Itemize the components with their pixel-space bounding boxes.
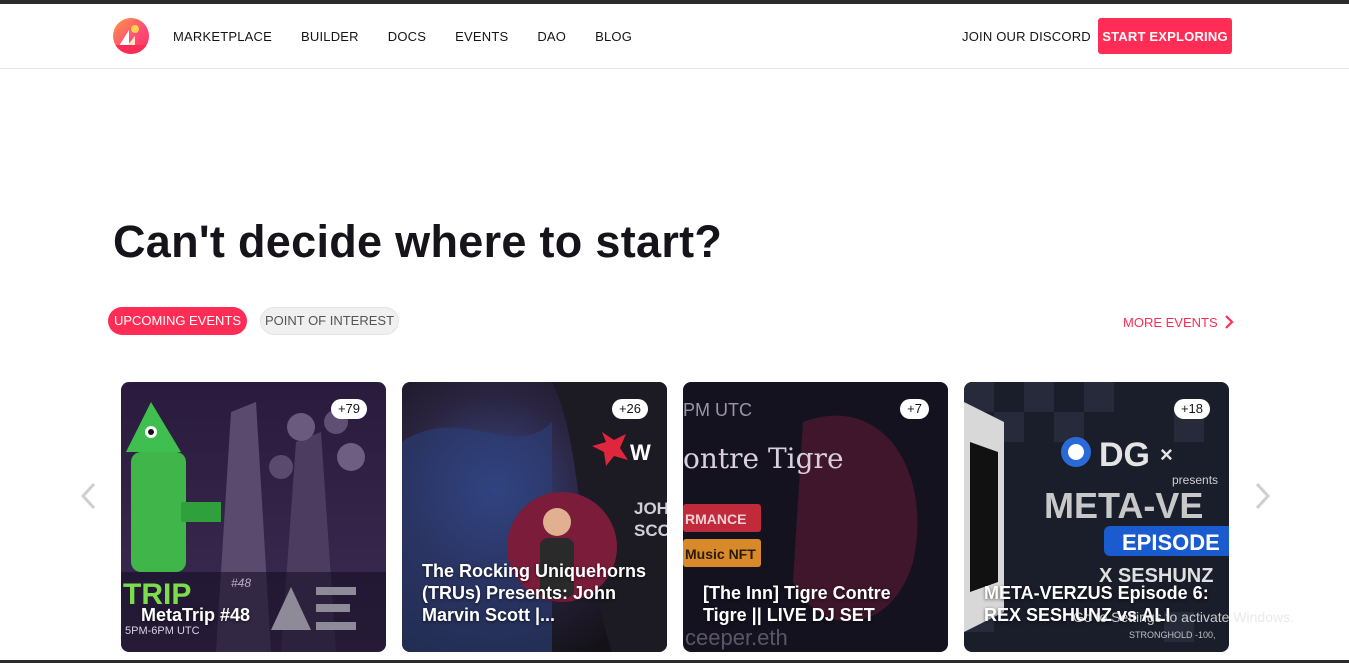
attendee-count-badge: +7 — [900, 399, 929, 419]
page-headline: Can't decide where to start? — [113, 216, 723, 267]
chevron-right-icon — [1255, 482, 1271, 510]
more-events-label: MORE EVENTS — [1123, 314, 1218, 330]
top-navbar: MARKETPLACE BUILDER DOCS EVENTS DAO BLOG… — [0, 4, 1349, 69]
svg-text:ceeper.eth: ceeper.eth — [685, 625, 788, 650]
attendee-count-badge: +18 — [1173, 399, 1210, 419]
tab-point-of-interest[interactable]: POINT OF INTEREST — [260, 307, 399, 335]
event-card-metatrip[interactable]: TRIP #48 5PM-6PM UTC +79 MetaTrip #48 — [121, 382, 386, 652]
nav-builder[interactable]: BUILDER — [301, 29, 359, 44]
svg-text:RMANCE: RMANCE — [685, 511, 746, 527]
decentraland-logo-icon[interactable] — [113, 18, 149, 54]
start-exploring-button[interactable]: START EXPLORING — [1098, 18, 1232, 54]
svg-text:5PM-6PM UTC: 5PM-6PM UTC — [125, 625, 200, 637]
svg-text:DG: DG — [1099, 436, 1150, 474]
carousel-prev-button[interactable] — [78, 481, 98, 511]
event-card-uniquehorns[interactable]: W JOH SCO +26 The Rocking Uniquehorns (T… — [402, 382, 667, 652]
nav-events[interactable]: EVENTS — [455, 29, 508, 44]
more-events-link[interactable]: MORE EVENTS — [1123, 314, 1234, 330]
attendee-count-badge: +26 — [611, 399, 648, 419]
event-card-title: The Rocking Uniquehorns (TRUs) Presents:… — [422, 561, 647, 625]
tab-upcoming-events[interactable]: UPCOMING EVENTS — [108, 307, 247, 335]
event-card-title: MetaTrip #48 — [141, 605, 251, 625]
join-discord-link[interactable]: JOIN OUR DISCORD — [962, 29, 1091, 44]
chevron-right-icon — [1224, 315, 1234, 329]
main-nav: MARKETPLACE BUILDER DOCS EVENTS DAO BLOG — [173, 29, 661, 44]
nav-marketplace[interactable]: MARKETPLACE — [173, 29, 272, 44]
svg-text:#48: #48 — [231, 576, 251, 590]
event-card-title: [The Inn] Tigre Contre Tigre || LIVE DJ … — [703, 583, 891, 625]
windows-activation-watermark: Go to Settings to activate Windows. — [1073, 609, 1294, 625]
nav-blog[interactable]: BLOG — [595, 29, 632, 44]
attendee-count-badge: +79 — [330, 399, 367, 419]
svg-text:PM UTC: PM UTC — [683, 400, 752, 420]
svg-text:ontre Tigre: ontre Tigre — [683, 442, 844, 475]
svg-text:Music NFT: Music NFT — [685, 546, 756, 562]
nav-dao[interactable]: DAO — [537, 29, 566, 44]
svg-text:JOH: JOH — [634, 499, 667, 518]
chevron-left-icon — [80, 482, 96, 510]
carousel-next-button[interactable] — [1253, 481, 1273, 511]
svg-text:META-VE: META-VE — [1044, 485, 1203, 526]
svg-text:SCO: SCO — [634, 521, 667, 540]
event-card-tigre-contre-tigre[interactable]: PM UTC ontre Tigre RMANCE Music NFT ceep… — [683, 382, 948, 652]
nav-docs[interactable]: DOCS — [388, 29, 426, 44]
svg-text:STRONGHOLD -100,: STRONGHOLD -100, — [1129, 630, 1216, 640]
svg-text:EPISODE: EPISODE — [1122, 530, 1220, 555]
svg-text:×: × — [1160, 442, 1173, 467]
svg-text:W: W — [630, 440, 651, 465]
